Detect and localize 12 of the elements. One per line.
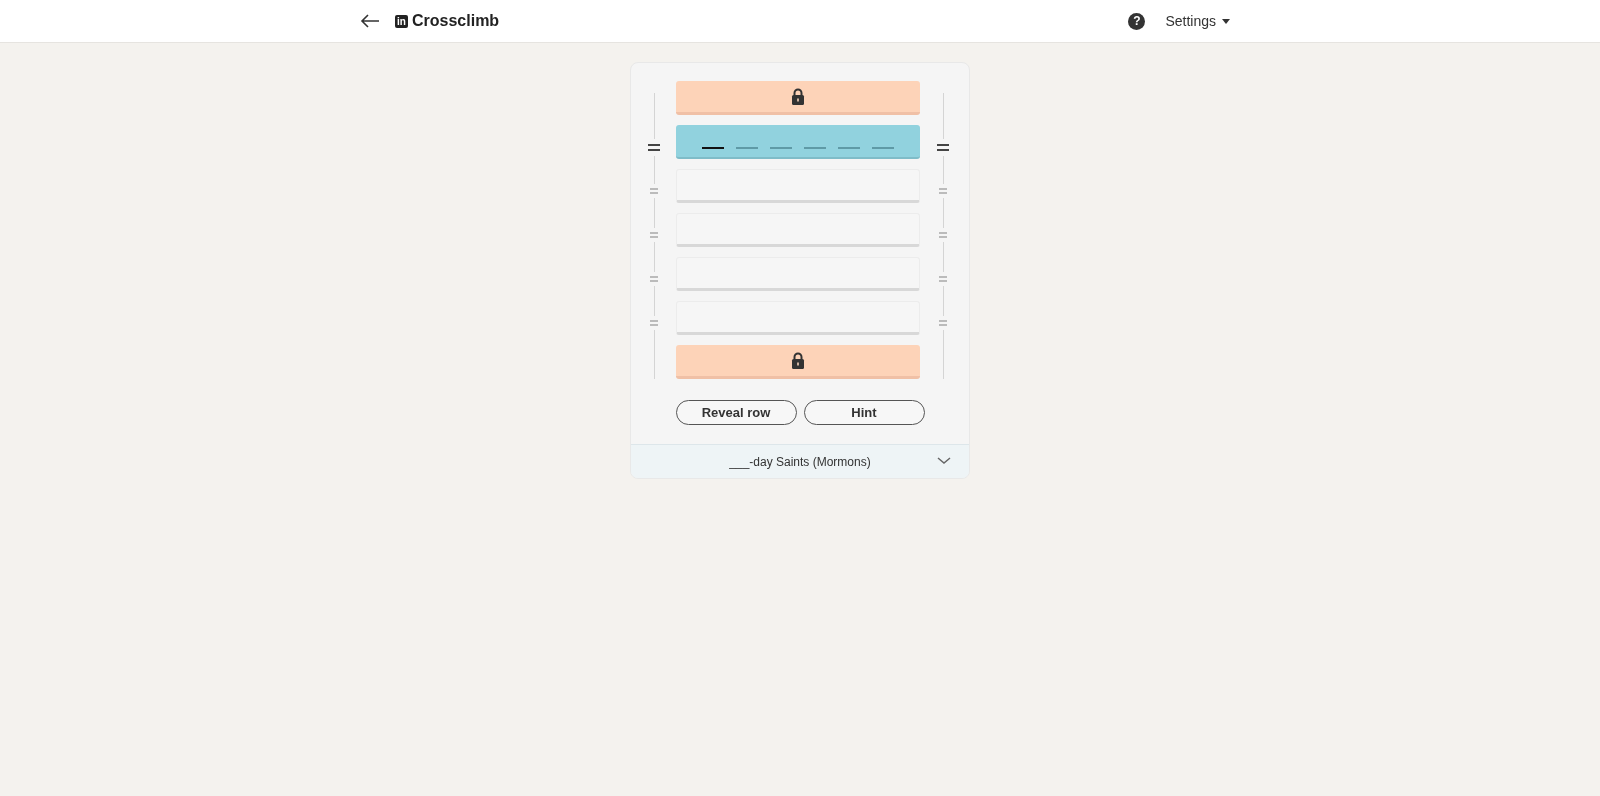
- page-title: Crossclimb: [412, 12, 500, 30]
- help-icon[interactable]: ?: [1128, 12, 1146, 30]
- logo: in: [395, 14, 408, 28]
- hint-button[interactable]: Hint: [803, 400, 925, 425]
- chevron-icon[interactable]: [937, 457, 951, 465]
- lock-icon: [791, 88, 805, 105]
- back-arrow-icon[interactable]: [360, 14, 380, 28]
- settings-dropdown[interactable]: Settings: [1165, 9, 1230, 33]
- reveal-row-button[interactable]: Reveal row: [675, 400, 797, 425]
- word-row[interactable]: [676, 125, 920, 159]
- clue-bar[interactable]: ___-day Saints (Mormons): [631, 444, 969, 478]
- lock-icon: [791, 352, 805, 369]
